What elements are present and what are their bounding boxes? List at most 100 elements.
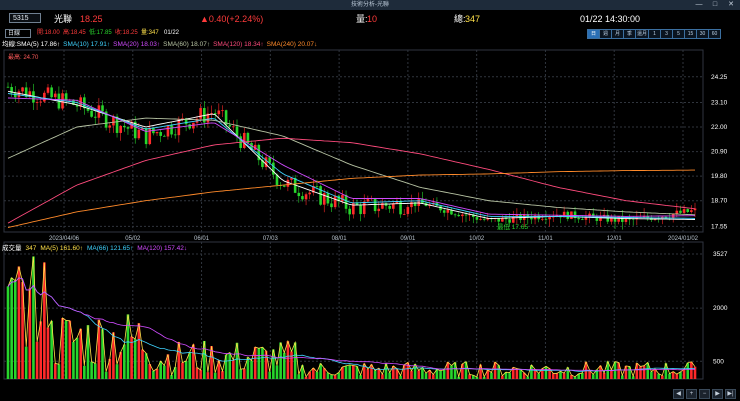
volume-bar (537, 373, 540, 379)
candle-body (301, 196, 304, 200)
ma-line-sma20 (7, 97, 695, 217)
candle-body (417, 199, 421, 206)
candle-body (17, 91, 21, 98)
volume-legend-item: MA(120) 157.42↓ (137, 245, 188, 252)
price-tick-label: 17.55 (711, 223, 728, 230)
volume-bar (57, 364, 61, 379)
volume-bar (35, 341, 39, 379)
volume-bar (373, 370, 377, 379)
candle-body (170, 125, 173, 135)
candle-body (326, 193, 330, 204)
volume-bar (104, 371, 108, 379)
volume-bar (417, 370, 421, 379)
volume-bar (424, 373, 428, 379)
candle-body (402, 213, 406, 215)
candle-body (341, 194, 344, 202)
candle-body (163, 135, 166, 137)
volume-ma-line (7, 277, 696, 372)
volume-bar (10, 277, 13, 379)
candle-body (690, 210, 693, 212)
volume-bar (195, 367, 199, 379)
zoom-in-icon[interactable]: + (686, 389, 697, 399)
candle-body (388, 205, 391, 209)
candle-body (46, 87, 50, 93)
candle-body (577, 218, 580, 220)
date-tick-label: 05/02 (125, 236, 141, 242)
candle-body (112, 116, 115, 126)
price-volume-chart[interactable]: 2023/04/06 05/02 06/01 07/03 08/01 09/01 10/02… (0, 0, 740, 401)
candle-body (213, 113, 217, 115)
volume-bar (642, 365, 646, 379)
date-tick-label: 06/01 (194, 236, 210, 242)
volume-bar (188, 352, 192, 379)
volume-bar (213, 372, 217, 379)
volume-bar (53, 363, 57, 379)
candle-body (304, 194, 308, 200)
volume-bar (682, 369, 686, 379)
ma-line-sma60 (7, 117, 696, 216)
candle-body (362, 201, 366, 215)
volume-bar (297, 374, 301, 379)
scroll-end-icon[interactable]: ▶| (725, 389, 736, 399)
volume-bar (544, 366, 548, 379)
volume-bar (228, 352, 232, 379)
volume-bar (559, 371, 562, 379)
volume-bar (519, 369, 522, 379)
volume-bar (257, 348, 261, 379)
volume-bar (490, 372, 493, 379)
volume-tick-label: 500 (713, 358, 724, 365)
candle-body (64, 93, 68, 100)
candle-body (228, 125, 232, 127)
candle-body (544, 218, 548, 220)
volume-bar (344, 365, 348, 379)
candle-body (308, 192, 311, 195)
volume-panel-frame (3, 241, 704, 380)
volume-ma-line (7, 277, 696, 372)
volume-tick-label: 3527 (713, 251, 728, 258)
zoom-out-icon[interactable]: − (699, 389, 710, 399)
volume-bar (442, 369, 446, 379)
candle-body (155, 132, 159, 134)
candle-body (344, 194, 348, 209)
volume-legend-item: 成交量 (2, 245, 22, 252)
volume-bar (468, 374, 471, 379)
volume-bar (581, 372, 584, 379)
volume-bar (439, 370, 442, 379)
date-tick-label: 2023/04/06 (49, 236, 80, 242)
volume-bar (690, 361, 693, 379)
volume-bar (639, 366, 642, 379)
volume-bar (130, 336, 133, 379)
candle-body (21, 87, 24, 92)
candle-body (50, 87, 53, 98)
candle-body (173, 134, 177, 136)
volume-bar (72, 341, 75, 379)
volume-bar (315, 371, 319, 379)
candle-body (126, 127, 130, 129)
volume-bar (68, 320, 72, 379)
volume-bar (671, 371, 675, 379)
volume-bar (141, 349, 144, 379)
candle-body (43, 92, 46, 102)
volume-bar (155, 368, 159, 379)
volume-bar (366, 369, 370, 379)
scroll-right-icon[interactable]: ▶ (712, 389, 723, 399)
candle-body (348, 208, 351, 215)
price-tick-label: 20.90 (711, 149, 728, 156)
date-tick-label: 09/01 (400, 236, 416, 242)
candle-body (119, 125, 122, 133)
scroll-left-icon[interactable]: ◀ (673, 389, 684, 399)
date-tick-label: 08/01 (332, 236, 348, 242)
volume-bar (46, 327, 50, 379)
candle-body (581, 219, 584, 221)
price-tick-label: 24.25 (711, 74, 728, 81)
volume-bar (515, 368, 519, 379)
candle-body (53, 93, 57, 98)
candle-body (475, 217, 479, 220)
volume-bar (39, 321, 43, 379)
volume-bar (24, 346, 28, 379)
volume-bar (268, 371, 272, 379)
candle-body (675, 210, 679, 214)
candle-body (446, 209, 450, 213)
date-tick-label: 2024/01/02 (668, 236, 699, 242)
volume-bar (679, 371, 682, 379)
